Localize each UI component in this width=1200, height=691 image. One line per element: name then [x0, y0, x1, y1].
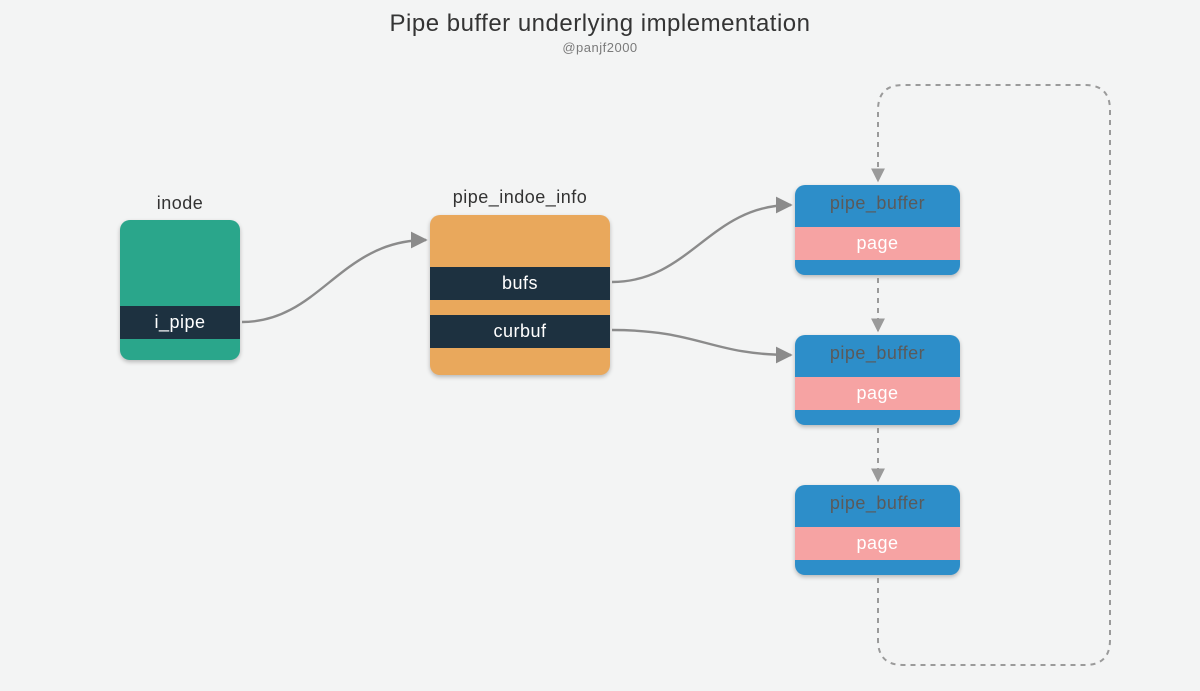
pipe-inode-info-box: bufs curbuf — [430, 215, 610, 375]
arrow-curbuf-to-buf2 — [612, 330, 791, 355]
arrow-bufs-to-buf1 — [612, 205, 791, 282]
pipe-field-curbuf: curbuf — [430, 315, 610, 348]
inode-field-i-pipe: i_pipe — [120, 306, 240, 339]
pipe-buffer-2-box: pipe_buffer page — [795, 335, 960, 425]
pipe-field-bufs: bufs — [430, 267, 610, 300]
pipe-buffer-2-page: page — [795, 377, 960, 410]
diagram-subtitle: @panjf2000 — [0, 40, 1200, 55]
diagram-title: Pipe buffer underlying implementation — [0, 10, 1200, 38]
inode-box: i_pipe — [120, 220, 240, 360]
pipe-buffer-2-label: pipe_buffer — [795, 337, 960, 370]
pipe-buffer-1-label: pipe_buffer — [795, 187, 960, 220]
pipe-buffer-3-label: pipe_buffer — [795, 487, 960, 520]
pipe-inode-info-label: pipe_indoe_info — [430, 187, 610, 208]
pipe-buffer-1-box: pipe_buffer page — [795, 185, 960, 275]
pipe-buffer-3-page: page — [795, 527, 960, 560]
inode-label: inode — [120, 193, 240, 214]
pipe-buffer-1-page: page — [795, 227, 960, 260]
pipe-buffer-3-box: pipe_buffer page — [795, 485, 960, 575]
arrow-ipipe-to-pipeinfo — [242, 240, 426, 322]
